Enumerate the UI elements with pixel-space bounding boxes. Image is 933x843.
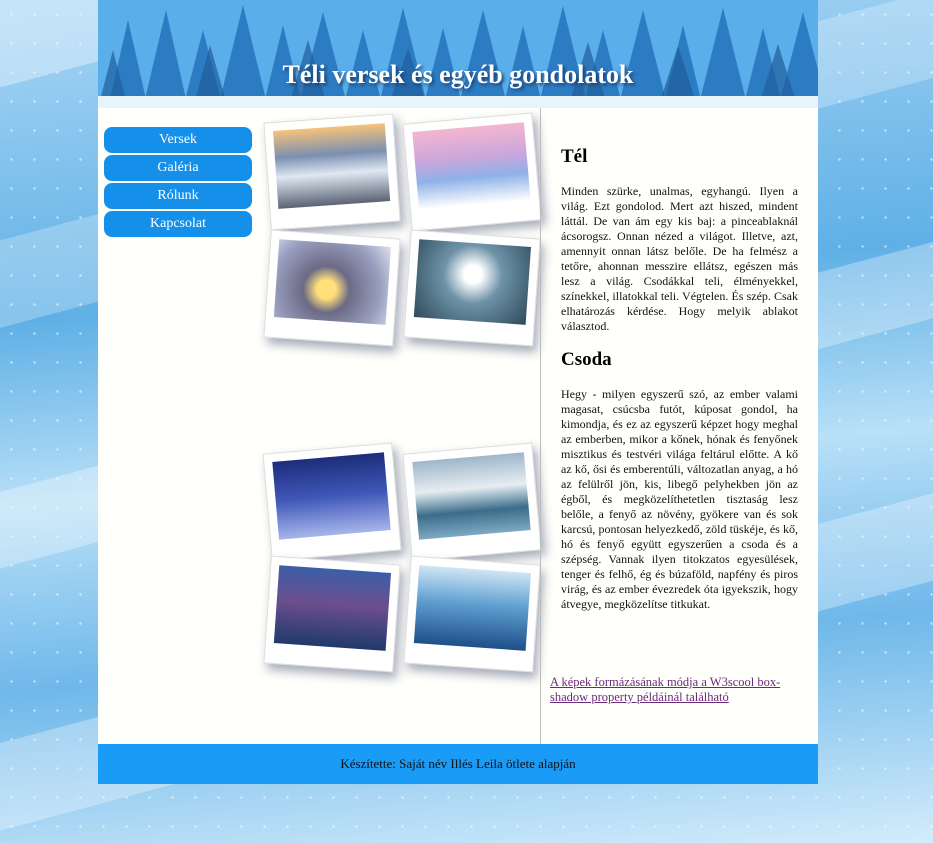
photo-gallery bbox=[262, 110, 543, 744]
main-nav: Versek Galéria Rólunk Kapcsolat bbox=[104, 127, 252, 239]
source-link[interactable]: A képek formázásának módja a W3scool box… bbox=[550, 675, 800, 705]
photo-river-people[interactable] bbox=[263, 555, 401, 673]
nav-item-galeria[interactable]: Galéria bbox=[104, 155, 252, 181]
photo-snow-lantern[interactable] bbox=[263, 229, 401, 347]
section-heading-tel: Tél bbox=[561, 146, 588, 167]
section-text-tel: Minden szürke, unalmas, egyhangú. Ilyen … bbox=[561, 184, 798, 333]
section-text-csoda: Hegy - milyen egyszerű szó, az ember val… bbox=[561, 387, 798, 611]
footer: Készítette: Saját név Illés Leila ötlete… bbox=[98, 744, 818, 784]
nav-item-versek[interactable]: Versek bbox=[104, 127, 252, 153]
photo-hallstatt[interactable] bbox=[402, 442, 542, 562]
photo-blue-forest[interactable] bbox=[262, 442, 402, 562]
photo-winter-road[interactable] bbox=[263, 113, 401, 231]
photo-frozen-river[interactable] bbox=[403, 555, 541, 673]
nav-item-kapcsolat[interactable]: Kapcsolat bbox=[104, 211, 252, 237]
header-banner: Téli versek és egyéb gondolatok bbox=[98, 0, 818, 108]
photo-snow-throw[interactable] bbox=[403, 229, 541, 347]
winter-trees-banner bbox=[98, 0, 818, 108]
photo-snowy-castle[interactable] bbox=[402, 112, 542, 232]
page-container: Téli versek és egyéb gondolatok Versek G… bbox=[98, 0, 818, 784]
section-heading-csoda: Csoda bbox=[561, 349, 612, 370]
main-content: Tél Minden szürke, unalmas, egyhangú. Il… bbox=[540, 108, 818, 744]
page-title: Téli versek és egyéb gondolatok bbox=[282, 60, 634, 89]
nav-item-rolunk[interactable]: Rólunk bbox=[104, 183, 252, 209]
